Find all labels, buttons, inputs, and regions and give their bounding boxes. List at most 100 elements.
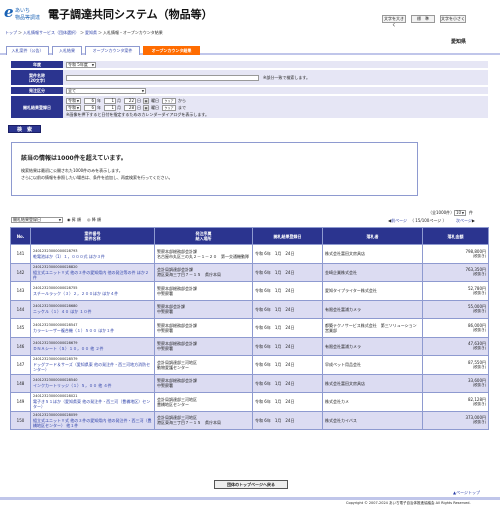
from-era-select[interactable]: 令和 ▼ <box>66 98 81 104</box>
from-era-value: 令和 <box>68 98 76 103</box>
logo[interactable]: e あいち 物品等調達 <box>4 5 46 23</box>
year-select[interactable]: 令和 5年度 ▼ <box>66 62 96 68</box>
copyright: Copyright © 2007-2024 あいち電子自治体推進協議会 All … <box>346 501 471 505</box>
breadcrumb-top[interactable]: トップ <box>5 30 17 35</box>
table-row: 147 24012323000000028579 ドッグフード＆サーズ（愛知県東 他… <box>10 355 489 375</box>
type-select[interactable]: 全て ▼ <box>66 88 146 94</box>
type-row: 発注区分 全て ▼ <box>11 87 488 95</box>
from-weekday: 曜日 <box>151 98 159 103</box>
result-total-value: 全1000件 <box>432 210 451 215</box>
header-date: 開札結果登録日 <box>252 227 323 245</box>
cell-winner: 有限会社富浦カメラ <box>322 336 423 356</box>
case-name[interactable]: カラーレーザー複合機（１）５００ ほか１件 <box>33 328 114 333</box>
from-clear-button[interactable]: クリア <box>162 98 176 104</box>
table-row: 149 24012323000000028021 電子き５１ほか（愛知県東 他の発注… <box>10 392 489 412</box>
tab-bid-results[interactable]: 入札結果 <box>52 46 82 55</box>
result-total: （全1000件） <box>428 210 455 215</box>
next-page-link[interactable]: 次ページ▶ <box>456 218 475 224</box>
cell-date: 令和 6年 1月 24日 <box>252 373 323 393</box>
delivery-place: 中警察署 <box>157 309 173 315</box>
breadcrumb-prefecture[interactable]: 愛知県 <box>85 30 97 35</box>
cell-org: 警察本部総務部会計課 中警察署 <box>154 373 253 393</box>
cell-case[interactable]: 24012323000000028755 スチールラック（３）２，２００ほか ほか… <box>30 281 155 301</box>
table-row: 145 24012323000000028547 カラーレーザー複合機（１）５００ … <box>10 318 489 338</box>
header-amount: 落札金額 <box>422 227 489 245</box>
delivery-place: 中警察署 <box>157 327 173 333</box>
case-name[interactable]: ＤＮＡシート（Ｓ）１０，００ 他 ２件 <box>33 346 104 351</box>
prev-page-link[interactable]: ◀前ページ <box>388 218 407 224</box>
calendar-icon[interactable]: ▦ <box>143 98 149 104</box>
case-name[interactable]: 乾電池ほか（1）１，０００式 ほか３件 <box>33 254 105 259</box>
case-name[interactable]: インクカートリッジ（１）５，００ 他 ４件 <box>33 383 112 388</box>
delivery-place: 名古屋市丸区三の丸２－１－２０ 第一交通機動隊 <box>157 253 249 259</box>
from-month-input[interactable]: 1 <box>104 98 116 104</box>
cell-no: 150 <box>10 410 31 430</box>
cell-case[interactable]: 24012323000000028579 ドッグフード＆サーズ（愛知県東 他の発注… <box>30 355 155 375</box>
case-name[interactable]: 組立式ユニットＹ式 他の３件の愛知県内 他の発注件・西三河（豊橋地区センター） … <box>33 418 152 428</box>
cell-case[interactable]: 24012323000000028680 ニッケル（１）４０ ほか １０件 <box>30 299 155 319</box>
from-day-input[interactable]: 22 <box>124 98 136 104</box>
calendar-icon[interactable]: ▦ <box>143 105 149 111</box>
cell-amount: 82,128円 (税抜き) <box>422 392 489 412</box>
cell-amount: 86,000円 (税抜き) <box>422 318 489 338</box>
tab-open-counter-cases[interactable]: オープンカウンタ案件 <box>85 46 140 55</box>
cell-amount: 87,550円 (税抜き) <box>422 355 489 375</box>
from-year-input[interactable]: 6 <box>84 98 96 104</box>
back-to-org-top-button[interactable]: 団体のトップページへ戻る <box>214 480 288 489</box>
font-large-button[interactable]: 文字を大きく <box>382 15 406 27</box>
type-label: 発注区分 <box>11 87 63 94</box>
per-page-unit: 件 <box>469 210 473 215</box>
cell-no: 149 <box>10 392 31 412</box>
sort-asc-radio[interactable]: ◉ 昇 順 <box>67 217 81 223</box>
logo-line2: 物品等調達 <box>15 15 41 21</box>
cell-date: 令和 6年 1月 24日 <box>252 281 323 301</box>
page-top-link[interactable]: ▲ページトップ <box>453 490 480 495</box>
case-name[interactable]: 電子き５１ほか（愛知県東 他の発注件・西三河（豊橋地区）センター） <box>33 399 150 409</box>
case-name[interactable]: 組立式ユニットＹ式 他の３件の愛知県内 他の発注等の件 ほか２件 <box>33 270 149 280</box>
cell-date: 令和 6年 1月 24日 <box>252 336 323 356</box>
from-day-unit: 日 <box>137 98 141 103</box>
cell-case[interactable]: 24012323000000028547 カラーレーザー複合機（１）５００ ほか１… <box>30 318 155 338</box>
case-name[interactable]: スチールラック（３）２，２００ほか ほか４件 <box>33 291 118 296</box>
case-name[interactable]: ニッケル（１）４０ ほか １０件 <box>33 309 92 314</box>
cell-org: 警察本部総務部会計課 中警察署 <box>154 318 253 338</box>
breadcrumb-org-select[interactable]: 入札情報サービス（団体選択） <box>23 30 79 35</box>
system-title: 電子調達共同システム（物品等） <box>48 8 213 21</box>
cell-org: 会計局調達部三河地区 豊橋地区センター <box>154 392 253 412</box>
radio-checked-icon: ◉ <box>67 217 71 222</box>
cell-no: 146 <box>10 336 31 356</box>
cell-case[interactable]: 24012323000000028820 組立式ユニットＹ式 他の３件の愛知県内 … <box>30 262 155 282</box>
to-clear-button[interactable]: クリア <box>162 105 176 111</box>
cell-case[interactable]: 24012323000000028540 インクカートリッジ（１）５，００ 他 ４… <box>30 373 155 393</box>
font-small-button[interactable]: 文字を小さく <box>440 15 466 23</box>
sort-desc-radio[interactable]: ◎ 降 順 <box>87 217 101 223</box>
sort-select[interactable]: 開札結果登録日 ▼ <box>11 217 63 223</box>
cell-case[interactable]: 24012323000000028021 電子き５１ほか（愛知県東 他の発注件・西… <box>30 392 155 412</box>
cell-winner: 株式会社カイバス <box>322 410 423 430</box>
prev-page-label: 前ページ <box>391 218 407 223</box>
cell-case[interactable]: 24012323000000028793 乾電池ほか（1）１，０００式 ほか３件 <box>30 244 155 264</box>
case-name[interactable]: ドッグフード＆サーズ（愛知県東 他の発注件・西三河地方消防センター） <box>33 362 150 372</box>
to-month-input[interactable]: 1 <box>104 105 116 111</box>
font-standard-button[interactable]: 標 準 <box>411 15 435 23</box>
notice-line1: 検索結果は最初に公開された1000件のみを表示します。 <box>21 168 123 173</box>
amount-tax: (税抜き) <box>472 253 486 258</box>
name-input[interactable] <box>66 75 259 81</box>
delivery-place: 港区東海三丁目７－１５ 県庁本局 <box>157 420 221 426</box>
cell-date: 令和 6年 1月 24日 <box>252 355 323 375</box>
to-day-input[interactable]: 28 <box>124 105 136 111</box>
to-year-input[interactable]: 6 <box>84 105 96 111</box>
cell-amount: 33,600円 (税抜き) <box>422 373 489 393</box>
cell-date: 令和 6年 1月 24日 <box>252 262 323 282</box>
tab-open-counter-results[interactable]: オープンカウンタ結果 <box>143 46 200 55</box>
search-button[interactable]: 検 索 <box>8 125 41 133</box>
cell-case[interactable]: 24012323000000028679 ＤＮＡシート（Ｓ）１０，００ 他 ２件 <box>30 336 155 356</box>
year-value: 令和 5年度 <box>68 62 88 67</box>
tab-bid-cases[interactable]: 入札案件（公告） <box>6 46 49 55</box>
per-page-select[interactable]: 10 ▼ <box>454 210 466 216</box>
cell-case[interactable]: 24012323000000028059 組立式ユニットＹ式 他の３件の愛知県内 … <box>30 410 155 430</box>
header-no: No. <box>10 227 31 245</box>
cell-no: 141 <box>10 244 31 264</box>
to-era-select[interactable]: 令和 ▼ <box>66 105 81 111</box>
type-value: 全て <box>68 88 76 93</box>
